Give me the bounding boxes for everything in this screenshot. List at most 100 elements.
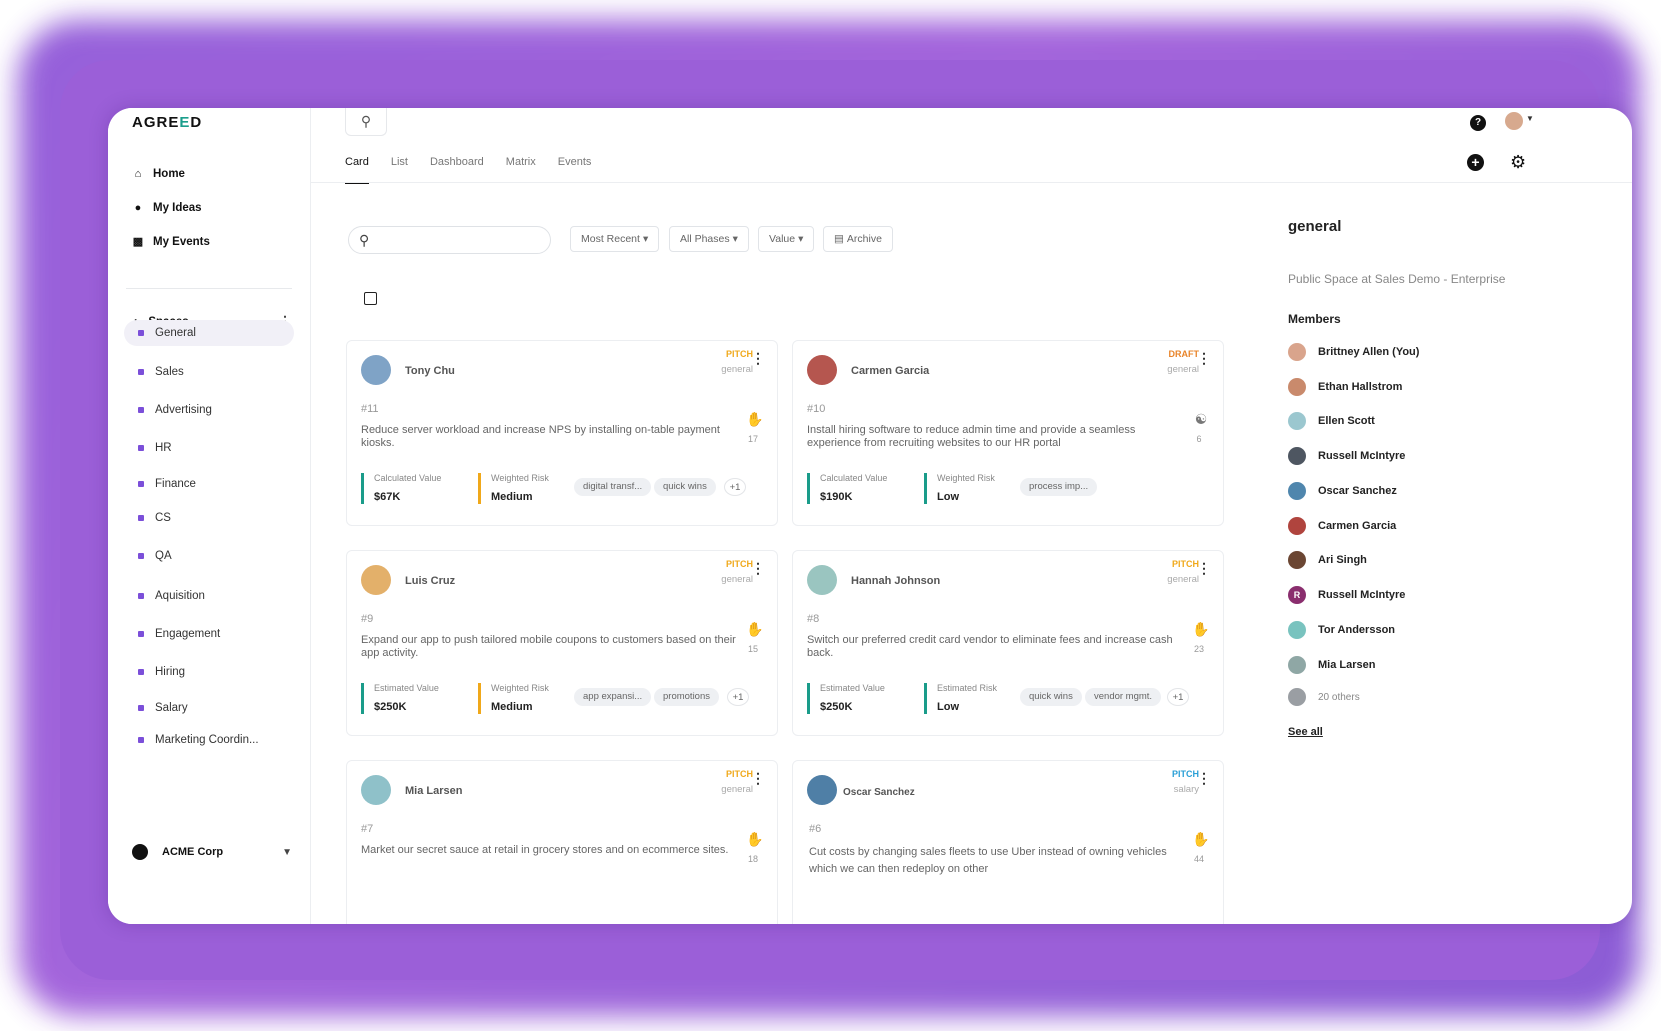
sidebar-space-hiring[interactable]: Hiring [124, 659, 294, 685]
tag[interactable]: quick wins [654, 478, 716, 496]
org-switcher[interactable]: ACME Corp ▼ [132, 844, 292, 860]
sidebar-space-hr[interactable]: HR [124, 435, 294, 461]
tab-card[interactable]: Card [345, 156, 369, 184]
card-number: #6 [809, 823, 822, 835]
select-all-checkbox[interactable] [364, 292, 377, 305]
card-menu-icon[interactable]: ⋮ [1197, 351, 1211, 365]
space-dot-icon [138, 737, 144, 743]
card-menu-icon[interactable]: ⋮ [751, 351, 765, 365]
sidebar-space-sales[interactable]: Sales [124, 359, 294, 385]
sidebar-space-aquisition[interactable]: Aquisition [124, 583, 294, 609]
tab-matrix[interactable]: Matrix [506, 156, 536, 184]
sort-dropdown[interactable]: Most Recent ▾ [570, 226, 660, 252]
clap-icon[interactable]: ✋ [1191, 831, 1211, 848]
nav-my-events[interactable]: ▩ My Events [132, 236, 210, 248]
clap-icon[interactable]: ✋ [745, 411, 765, 428]
card-menu-icon[interactable]: ⋮ [1197, 771, 1211, 785]
vote-count: 18 [747, 854, 758, 864]
tag[interactable]: promotions [654, 688, 719, 706]
card-title: Switch our preferred credit card vendor … [807, 634, 1173, 659]
card-number: #10 [807, 403, 826, 415]
add-idea-button[interactable]: + [1467, 154, 1484, 171]
raised-hand-icon[interactable]: ✋ [1191, 621, 1211, 638]
status-badge: PITCH [1172, 769, 1199, 779]
idea-card[interactable]: Mia Larsen PITCH general ⋮ #7 Market our… [346, 760, 778, 924]
member-item[interactable]: Tor Andersson [1288, 621, 1395, 639]
sidebar-space-advertising[interactable]: Advertising [124, 397, 294, 423]
member-item[interactable]: R Russell McIntyre [1288, 586, 1405, 604]
global-search-button[interactable]: ⚲ [345, 108, 387, 136]
lightbulb-icon: ● [134, 202, 142, 214]
phase-dropdown[interactable]: All Phases ▾ [669, 226, 749, 252]
card-menu-icon[interactable]: ⋮ [1197, 561, 1211, 575]
member-item[interactable]: Ethan Hallstrom [1288, 378, 1402, 396]
value-dropdown[interactable]: Value ▾ [758, 226, 815, 252]
sidebar-space-cs[interactable]: CS [124, 505, 294, 531]
sidebar-space-general[interactable]: General [124, 320, 294, 346]
idea-card[interactable]: Carmen Garcia DRAFT general ⋮ #10 Instal… [792, 340, 1224, 526]
idea-search-field[interactable]: ⚲ [348, 226, 551, 254]
sidebar-space-engagement[interactable]: Engagement [124, 621, 294, 647]
search-icon: ⚲ [359, 231, 370, 248]
see-all-link[interactable]: See all [1288, 726, 1323, 738]
card-author: Luis Cruz [405, 575, 456, 587]
tag[interactable]: vendor mgmt. [1085, 688, 1162, 706]
sidebar-space-finance[interactable]: Finance [124, 471, 294, 497]
user-avatar[interactable] [1505, 112, 1523, 130]
card-menu-icon[interactable]: ⋮ [751, 561, 765, 575]
space-title: general [1288, 218, 1342, 235]
avatar [807, 775, 837, 805]
clap-icon[interactable]: ✋ [745, 621, 765, 638]
person-icon [1288, 688, 1306, 706]
nav-my-ideas[interactable]: ● My Ideas [132, 202, 202, 214]
more-tags-badge[interactable]: +1 [724, 478, 746, 496]
help-icon[interactable]: ? [1470, 115, 1486, 131]
card-menu-icon[interactable]: ⋮ [751, 771, 765, 785]
tag[interactable]: process imp... [1020, 478, 1098, 496]
member-item[interactable]: Russell McIntyre [1288, 447, 1405, 465]
card-space: general [721, 784, 753, 795]
member-item[interactable]: Ellen Scott [1288, 412, 1375, 430]
idea-search-input[interactable] [375, 234, 536, 246]
idea-card[interactable]: Luis Cruz PITCH general ⋮ #9 Expand our … [346, 550, 778, 736]
view-tabs: Card List Dashboard Matrix Events [345, 156, 591, 184]
member-item[interactable]: Carmen Garcia [1288, 517, 1396, 535]
tag[interactable]: digital transf... [574, 478, 652, 496]
idea-card[interactable]: Tony Chu PITCH general ⋮ #11 Reduce serv… [346, 340, 778, 526]
more-tags-badge[interactable]: +1 [1167, 688, 1189, 706]
gear-icon[interactable]: ⚙ [1510, 152, 1526, 173]
tag[interactable]: quick wins [1020, 688, 1082, 706]
sidebar-space-salary[interactable]: Salary [124, 695, 294, 721]
card-author: Carmen Garcia [851, 365, 930, 377]
user-menu-caret-icon[interactable]: ▼ [1526, 114, 1534, 123]
avatar [807, 355, 837, 385]
member-item[interactable]: Ari Singh [1288, 551, 1367, 569]
member-item[interactable]: Brittney Allen (You) [1288, 343, 1419, 361]
member-item[interactable]: Mia Larsen [1288, 656, 1375, 674]
clap-icon[interactable]: ✋ [745, 831, 765, 848]
archive-button[interactable]: ▤ Archive [823, 226, 893, 252]
avatar [1288, 412, 1306, 430]
idea-card[interactable]: Oscar Sanchez PITCH salary ⋮ #6 Cut cost… [792, 760, 1224, 924]
tab-dashboard[interactable]: Dashboard [430, 156, 484, 184]
space-dot-icon [138, 369, 144, 375]
sidebar-space-marketing[interactable]: Marketing Coordin... [124, 727, 294, 753]
more-tags-badge[interactable]: +1 [727, 688, 749, 706]
sidebar-space-qa[interactable]: QA [124, 543, 294, 569]
tag[interactable]: app expansi... [574, 688, 652, 706]
space-dot-icon [138, 705, 144, 711]
card-number: #7 [361, 823, 374, 835]
handshake-icon[interactable]: ☯ [1191, 411, 1211, 428]
tab-events[interactable]: Events [558, 156, 592, 184]
search-icon: ⚲ [360, 113, 372, 129]
member-item[interactable]: Oscar Sanchez [1288, 482, 1397, 500]
nav-home[interactable]: ⌂ Home [132, 168, 185, 180]
avatar [1288, 621, 1306, 639]
caret-down-icon: ▾ [732, 233, 738, 245]
tab-list[interactable]: List [391, 156, 408, 184]
status-badge: PITCH [726, 349, 753, 359]
other-members[interactable]: 20 others [1288, 688, 1360, 706]
card-space: general [721, 364, 753, 375]
idea-card[interactable]: Hannah Johnson PITCH general ⋮ #8 Switch… [792, 550, 1224, 736]
sidebar: AGREED ⌂ Home ● My Ideas ▩ My Events ∴ S… [108, 108, 311, 924]
